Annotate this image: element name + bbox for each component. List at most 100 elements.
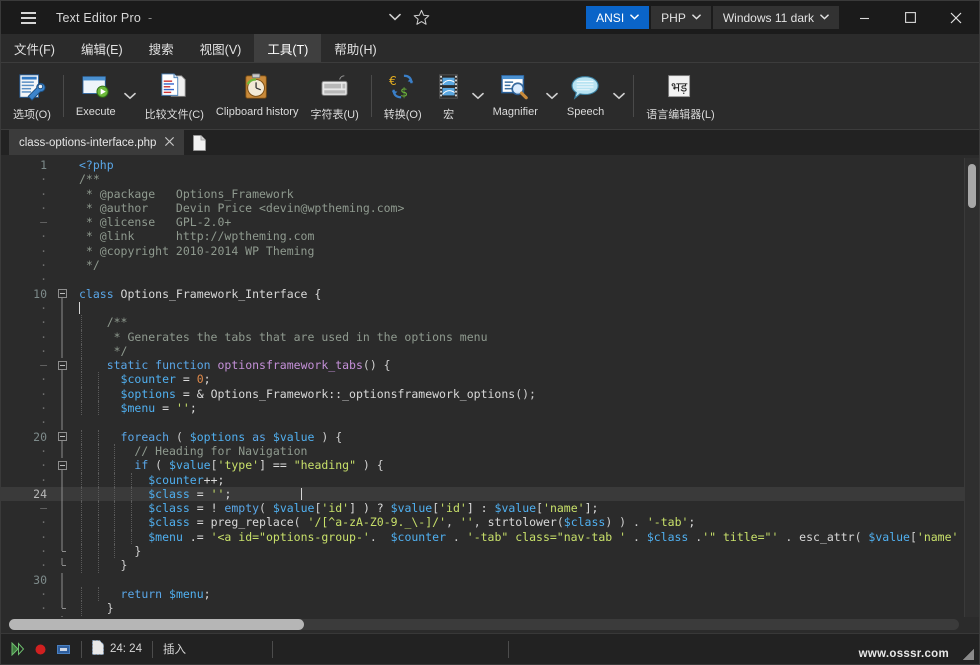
code-line[interactable]: · }: [1, 601, 979, 616]
toolbar-button-5[interactable]: € $ 转换(O): [378, 67, 428, 125]
stop-record-icon[interactable]: [33, 642, 48, 657]
code-line[interactable]: · $menu = '';: [1, 401, 979, 416]
pause-icon[interactable]: [56, 642, 71, 657]
line-number: ·: [40, 300, 47, 315]
run-icon[interactable]: [10, 642, 25, 657]
chevron-down-icon[interactable]: [122, 67, 139, 125]
language-editor-icon: भड़: [666, 70, 694, 104]
chevron-down-icon[interactable]: [610, 67, 627, 125]
insert-mode-field[interactable]: 插入: [163, 641, 186, 657]
code-lines[interactable]: 1 <?php ·/** · * @package Options_Framework…: [1, 158, 979, 617]
menu-item-label: 工具(T): [267, 42, 309, 57]
toolbar-button-label: Clipboard history: [215, 106, 299, 118]
code-line[interactable]: · * @copyright 2010-2014 WP Theming: [1, 244, 979, 258]
code-line[interactable]: · }: [1, 558, 979, 573]
line-number: 1: [40, 158, 47, 172]
encoding-dropdown[interactable]: ANSI: [586, 6, 650, 29]
code-line[interactable]: ·: [1, 300, 979, 316]
minimize-button[interactable]: [841, 1, 887, 34]
menu-item-3[interactable]: 视图(V): [187, 34, 255, 62]
indent-guide: [97, 386, 99, 402]
code-line[interactable]: · * @link http://wptheming.com: [1, 229, 979, 243]
theme-dropdown[interactable]: Windows 11 dark: [712, 6, 839, 29]
document-tab[interactable]: class-options-interface.php: [9, 130, 185, 155]
chevron-down-icon[interactable]: [544, 67, 561, 125]
code-line[interactable]: ·: [1, 415, 979, 430]
cursor-position-field[interactable]: 24: 24: [92, 640, 142, 658]
fold-marker[interactable]: [53, 358, 71, 373]
code-line[interactable]: – $class = ! empty( $value['id'] ) ? $va…: [1, 501, 979, 516]
menu-item-0[interactable]: 文件(F): [1, 34, 68, 62]
indent-guide: [114, 458, 116, 473]
chevron-down-icon[interactable]: [470, 67, 487, 125]
maximize-button[interactable]: [887, 1, 933, 34]
toolbar-button-0[interactable]: 选项(O): [7, 67, 57, 125]
line-number: ·: [40, 172, 47, 187]
star-icon[interactable]: [410, 6, 432, 28]
close-button[interactable]: [933, 1, 979, 34]
fold-marker: [53, 315, 71, 330]
editor-horizontal-scrollbar[interactable]: [1, 617, 979, 633]
chevron-down-icon[interactable]: [386, 8, 404, 26]
fold-marker[interactable]: [53, 287, 71, 301]
editor-vertical-scrollbar[interactable]: [964, 158, 979, 617]
horizontal-scrollbar-thumb[interactable]: [9, 619, 304, 630]
code-text: $menu = '';: [71, 401, 979, 416]
fold-marker[interactable]: [53, 458, 71, 473]
indent-guide: [97, 529, 99, 545]
toolbar-button-9[interactable]: भड़ 语言编辑器(L): [640, 67, 720, 125]
code-line[interactable]: – static function optionsframework_tabs(…: [1, 358, 979, 373]
code-line[interactable]: 20 foreach ( $options as $value ) {: [1, 429, 979, 444]
toolbar-button-1[interactable]: Execute: [70, 67, 122, 125]
code-line[interactable]: · return $menu;: [1, 586, 979, 602]
indent-guide: [130, 515, 132, 530]
close-icon[interactable]: [163, 136, 176, 149]
code-line-current[interactable]: 24 $class = '';: [1, 486, 979, 502]
code-line[interactable]: 1 <?php: [1, 158, 979, 172]
toolbar-button-2[interactable]: 比较文件(C): [139, 67, 210, 125]
resize-grip-icon[interactable]: [963, 649, 974, 660]
code-line[interactable]: · $counter++;: [1, 472, 979, 487]
code-line[interactable]: · * @author Devin Price <devin@wptheming…: [1, 201, 979, 215]
code-line[interactable]: 10 class Options_Framework_Interface {: [1, 287, 979, 301]
code-line[interactable]: · * Generates the tabs that are used in …: [1, 329, 979, 344]
code-editor[interactable]: 1 <?php ·/** · * @package Options_Framework…: [1, 158, 979, 617]
code-line[interactable]: · }: [1, 544, 979, 559]
code-line[interactable]: · if ( $value['type'] == "heading" ) {: [1, 458, 979, 473]
code-line[interactable]: · $options = & Options_Framework::_optio…: [1, 386, 979, 402]
menu-item-1[interactable]: 编辑(E): [68, 34, 136, 62]
code-line[interactable]: · /**: [1, 172, 979, 186]
code-line[interactable]: – * @license GPL-2.0+: [1, 215, 979, 229]
code-line[interactable]: · $counter = 0;: [1, 372, 979, 387]
line-number: ·: [40, 515, 47, 530]
language-dropdown[interactable]: PHP: [651, 6, 711, 29]
code-line[interactable]: · /**: [1, 315, 979, 330]
indent-guide: [81, 529, 82, 545]
menu-item-5[interactable]: 帮助(H): [321, 34, 389, 62]
toolbar-button-3[interactable]: Clipboard history: [210, 67, 305, 125]
fold-marker[interactable]: [53, 430, 71, 444]
menu-item-2[interactable]: 搜索: [136, 34, 187, 62]
code-line[interactable]: · // Heading for Navigation: [1, 443, 979, 459]
new-document-icon[interactable]: [184, 130, 214, 155]
indent-guide: [97, 458, 99, 473]
code-line[interactable]: · */: [1, 258, 979, 272]
toolbar-button-6[interactable]: 宏: [428, 67, 470, 125]
menu-item-4[interactable]: 工具(T): [254, 34, 322, 62]
code-line[interactable]: · * @package Options_Framework: [1, 187, 979, 201]
code-line[interactable]: · */: [1, 343, 979, 359]
hamburger-icon[interactable]: [13, 1, 43, 34]
code-line[interactable]: 30: [1, 572, 979, 587]
code-line[interactable]: · $class = preg_replace( '/[^a-zA-Z0-9._…: [1, 515, 979, 530]
toolbar-button-4[interactable]: 字符表(U): [304, 67, 364, 125]
line-number: ·: [40, 272, 47, 287]
code-text: * @package Options_Framework: [79, 186, 294, 201]
code-text: foreach ( $options as $value ) {: [71, 429, 979, 444]
toolbar-button-label: 宏: [443, 109, 455, 121]
vertical-scrollbar-thumb[interactable]: [968, 164, 976, 208]
code-line[interactable]: · $menu .= '<a id="options-group-'. $cou…: [1, 529, 979, 545]
code-line[interactable]: ·: [1, 272, 979, 286]
indent-guide: [114, 501, 116, 516]
toolbar-button-8[interactable]: Speech: [561, 67, 610, 125]
toolbar-button-7[interactable]: Magnifier: [487, 67, 544, 125]
